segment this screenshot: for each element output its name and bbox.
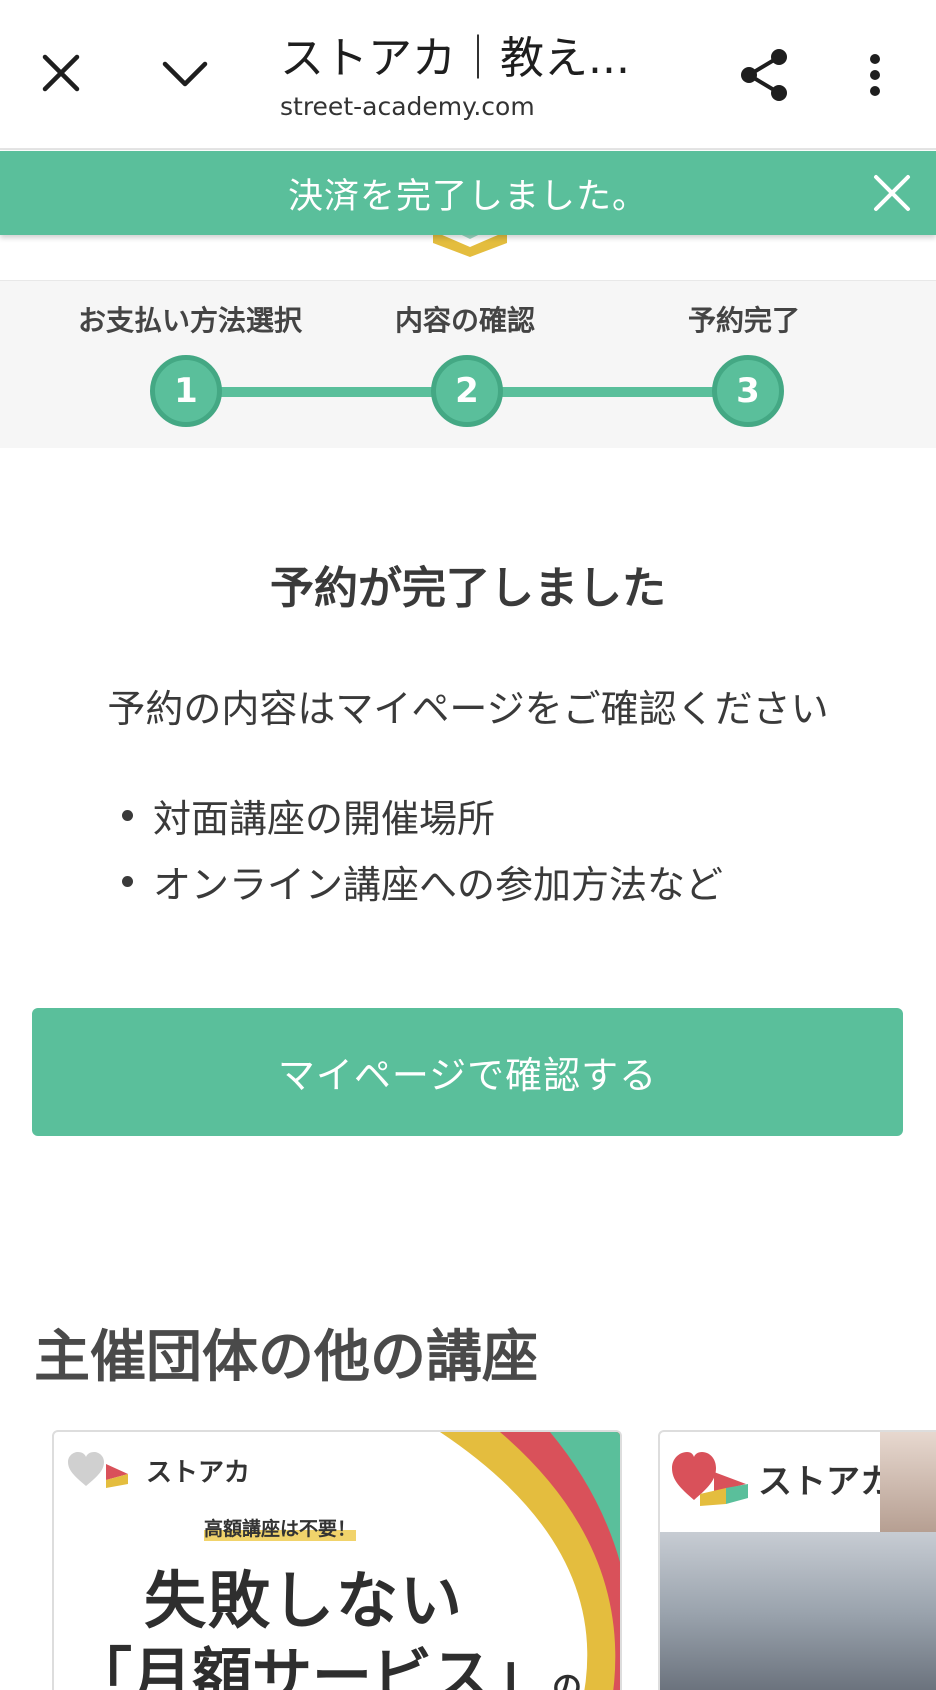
completion-title: 予約が完了しました <box>270 563 666 614</box>
heart-logo-icon <box>68 1452 128 1488</box>
step-label-confirm: 内容の確認 <box>395 304 536 337</box>
step-label-payment: お支払い方法選択 <box>78 304 303 337</box>
close-icon[interactable] <box>28 40 94 106</box>
toast-message: 決済を完了しました。 <box>287 176 648 217</box>
completion-bullet-list: 対面講座の開催場所 オンライン講座への参加方法など <box>122 782 723 914</box>
brand-text: ストアカ <box>758 1461 894 1502</box>
share-icon[interactable] <box>730 40 800 110</box>
list-item: オンライン講座への参加方法など <box>122 848 723 914</box>
list-item: 対面講座の開催場所 <box>122 782 723 848</box>
course-card[interactable]: ストアカ 高額講座は不要！ 失敗しない 「月額サービス」の <box>52 1430 622 1690</box>
payment-complete-toast: 決済を完了しました。 <box>0 151 936 235</box>
brand-mark: ストアカ <box>66 1450 250 1490</box>
course-photo <box>880 1432 936 1532</box>
heart-logo-icon <box>672 1452 748 1506</box>
card-headline-2-main: 「月額サービス」 <box>72 1642 552 1690</box>
close-icon[interactable] <box>868 169 916 217</box>
card-headline-2: 「月額サービス」の <box>72 1628 582 1690</box>
step-label-complete: 予約完了 <box>688 304 801 337</box>
mypage-confirm-button[interactable]: マイページで確認する <box>32 1008 903 1136</box>
tab-url[interactable]: street-academy.com <box>280 92 535 121</box>
progress-steps: お支払い方法選択 内容の確認 予約完了 1 2 3 <box>0 280 936 448</box>
brand-mark: ストアカ <box>670 1448 894 1508</box>
step-circle-1: 1 <box>150 355 222 427</box>
card-subtitle: 高額講座は不要！ <box>204 1514 357 1541</box>
more-vert-icon[interactable] <box>845 40 905 110</box>
browser-top-bar: ストアカ｜教え... street-academy.com <box>0 0 936 150</box>
chevron-down-icon[interactable] <box>150 40 220 106</box>
card-headline: 失敗しない <box>144 1564 465 1637</box>
completion-description: 予約の内容はマイページをご確認ください <box>107 687 829 731</box>
brand-text: ストアカ <box>146 1457 251 1488</box>
course-photo <box>660 1532 936 1690</box>
card-headline-2-suffix: の <box>552 1670 582 1690</box>
step-circle-2: 2 <box>431 355 503 427</box>
course-card[interactable]: ストアカ <box>658 1430 936 1690</box>
tab-title: ストアカ｜教え... <box>280 33 630 84</box>
related-courses-title: 主催団体の他の講座 <box>34 1325 538 1390</box>
step-circle-3: 3 <box>712 355 784 427</box>
